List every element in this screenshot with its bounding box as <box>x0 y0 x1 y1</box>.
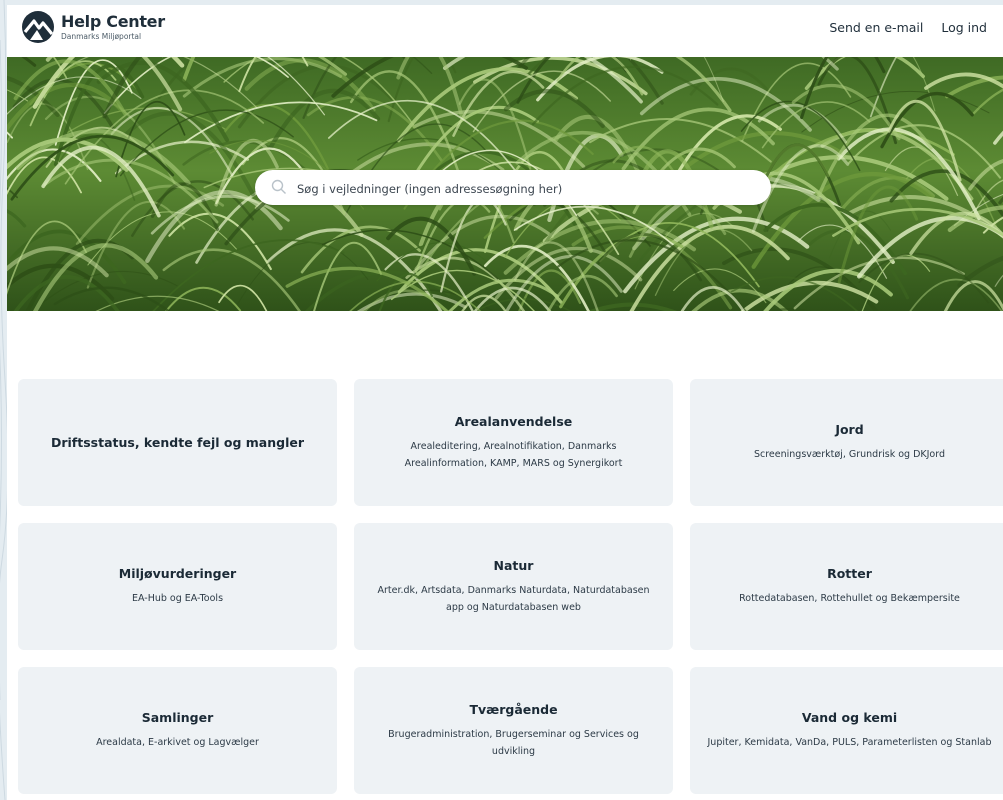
logo-link[interactable]: Help Center Danmarks Miljøportal <box>21 10 165 44</box>
category-description: Jupiter, Kemidata, VanDa, PULS, Paramete… <box>707 737 992 748</box>
logo-mark-icon <box>22 11 54 43</box>
page: Help Center Danmarks Miljøportal Send en… <box>7 5 1003 800</box>
send-email-link[interactable]: Send en e-mail <box>829 20 923 35</box>
category-description: Screeningsværktøj, Grundrisk og DKJord <box>753 449 946 460</box>
category-card-samlinger[interactable]: Samlinger Arealdata, E-arkivet og Lagvæl… <box>18 667 337 794</box>
category-description: Brugeradministration, Brugerseminar og S… <box>388 728 639 757</box>
category-description: EA-Hub og EA-Tools <box>131 593 224 604</box>
category-title: Rotter <box>827 566 872 581</box>
category-card-jord[interactable]: Jord Screeningsværktøj, Grundrisk og DKJ… <box>690 379 1003 506</box>
logo-subtitle: Danmarks Miljøportal <box>61 31 142 41</box>
category-title: Arealanvendelse <box>454 413 573 429</box>
category-card-rotter[interactable]: Rotter Rottedatabasen, Rottehullet og Be… <box>690 523 1003 650</box>
header-nav: Send en e-mail Log ind <box>829 20 987 35</box>
category-description: Arealdata, E-arkivet og Lagvælger <box>96 737 259 748</box>
top-header: Help Center Danmarks Miljøportal Send en… <box>7 5 1003 57</box>
category-card-miljovurderinger[interactable]: Miljøvurderinger EA-Hub og EA-Tools <box>18 523 337 650</box>
category-description: Arter.dk, Artsdata, Danmarks Naturdata, … <box>377 584 650 613</box>
category-title: Driftsstatus, kendte fejl og mangler <box>50 435 304 450</box>
category-card-natur[interactable]: Natur Arter.dk, Artsdata, Danmarks Natur… <box>354 523 673 650</box>
category-title: Samlinger <box>141 710 214 725</box>
search-icon <box>271 179 286 194</box>
category-title: Natur <box>493 557 534 573</box>
hero-banner <box>7 57 1003 311</box>
category-card-vand-og-kemi[interactable]: Vand og kemi Jupiter, Kemidata, VanDa, P… <box>690 667 1003 794</box>
category-card-driftsstatus[interactable]: Driftsstatus, kendte fejl og mangler <box>18 379 337 506</box>
logo-title: Help Center <box>61 11 165 31</box>
category-description: Rottedatabasen, Rottehullet og Bekæmpers… <box>739 593 960 604</box>
category-card-arealanvendelse[interactable]: Arealanvendelse Arealeditering, Arealnot… <box>354 379 673 506</box>
category-title: Vand og kemi <box>801 710 898 725</box>
category-title: Tværgående <box>469 701 558 717</box>
category-card-tvaergaaende[interactable]: Tværgående Brugeradministration, Brugers… <box>354 667 673 794</box>
category-title: Jord <box>835 422 864 437</box>
search-bar <box>255 170 771 207</box>
category-description: Arealeditering, Arealnotifikation, Danma… <box>404 440 623 469</box>
login-link[interactable]: Log ind <box>941 20 987 35</box>
category-title: Miljøvurderinger <box>118 566 237 581</box>
search-input[interactable] <box>295 170 759 207</box>
